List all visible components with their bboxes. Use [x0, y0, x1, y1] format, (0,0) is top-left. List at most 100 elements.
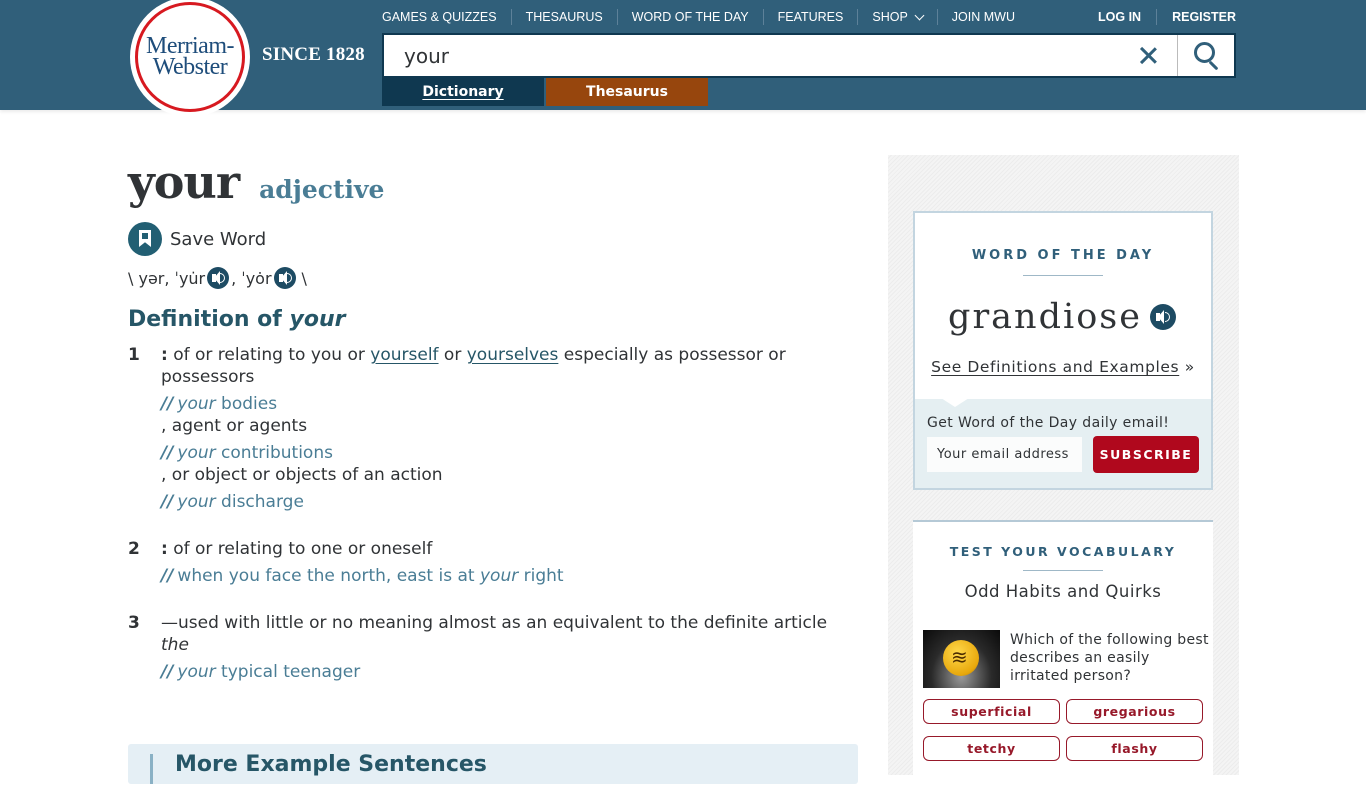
nav-thesaurus[interactable]: THESAURUS: [510, 9, 617, 25]
sense-colon: :: [161, 345, 168, 365]
entry-main: your adjective Save Word \ yər, ˈyu̇r , …: [128, 155, 858, 683]
sense-colon: :: [161, 539, 168, 559]
nav-games-quizzes[interactable]: GAMES & QUIZZES: [382, 9, 511, 25]
save-word-button[interactable]: Save Word: [128, 221, 858, 257]
nav-shop-label: SHOP: [872, 10, 908, 24]
example-text: bodies: [215, 394, 278, 414]
sub-sense: , agent or agents: [161, 416, 308, 436]
merriam-webster-logo[interactable]: Merriam- Webster: [130, 0, 250, 117]
example-em: your: [479, 566, 519, 586]
example: //your bodies: [161, 393, 858, 415]
tab-thesaurus[interactable]: Thesaurus: [546, 78, 708, 106]
def-text: —used with little or no meaning almost a…: [161, 613, 828, 633]
example-text: right: [518, 566, 564, 586]
vocab-label: TEST YOUR VOCABULARY: [949, 544, 1177, 559]
answer-button[interactable]: flashy: [1066, 736, 1203, 761]
answer-button[interactable]: tetchy: [923, 736, 1060, 761]
pron-text-close: \: [301, 268, 307, 288]
search-input[interactable]: [384, 35, 1144, 76]
test-your-vocabulary-widget: TEST YOUR VOCABULARY Odd Habits and Quir…: [913, 520, 1213, 790]
link-yourselves[interactable]: yourselves: [467, 345, 559, 365]
sense-body: —used with little or no meaning almost a…: [161, 612, 858, 683]
quiz-answers: superficial gregarious tetchy flashy: [923, 699, 1203, 761]
example-em: your: [177, 492, 216, 512]
site-header: Merriam- Webster SINCE 1828 GAMES & QUIZ…: [0, 0, 1366, 117]
sense-definition: : of or relating to you or yourself or y…: [161, 344, 858, 388]
more-examples-title: More Example Sentences: [175, 752, 487, 777]
quiz-image: [923, 630, 1000, 688]
top-nav: GAMES & QUIZZES THESAURUS WORD OF THE DA…: [382, 9, 1029, 25]
tab-thesaurus-label: Thesaurus: [586, 84, 668, 100]
sense-number: 3: [128, 613, 140, 633]
bookmark-icon: [128, 222, 162, 256]
search-icon-handle: [1208, 60, 1219, 71]
email-input[interactable]: [927, 437, 1082, 472]
nav-shop[interactable]: SHOP: [857, 9, 936, 25]
audio-icon[interactable]: [273, 267, 296, 289]
search-button[interactable]: [1177, 35, 1234, 76]
nav-join-mwu[interactable]: JOIN MWU: [936, 9, 1029, 25]
nav-word-of-the-day[interactable]: WORD OF THE DAY: [616, 9, 763, 25]
logo-line-2: Webster: [152, 54, 228, 80]
chevron-down-icon: [914, 10, 925, 20]
since-1828: SINCE 1828: [262, 44, 365, 65]
sidebar: WORD OF THE DAY grandiose See Definition…: [888, 155, 1239, 790]
example-slashes: //: [161, 662, 174, 682]
example-em: your: [177, 394, 216, 414]
sense-body: : of or relating to one or oneself //whe…: [161, 538, 858, 587]
sense-2: 2 : of or relating to one or oneself //w…: [128, 538, 858, 587]
divider: [1023, 570, 1103, 571]
login-link[interactable]: LOG IN: [1083, 9, 1156, 25]
wod-see-definitions[interactable]: See Definitions and Examples »: [915, 358, 1211, 376]
example-text: typical teenager: [215, 662, 361, 682]
sense-3: 3 —used with little or no meaning almost…: [128, 612, 858, 683]
example: //your typical teenager: [161, 661, 858, 683]
email-label: Get Word of the Day daily email!: [927, 415, 1170, 431]
def-text: of or relating to you or: [167, 345, 371, 365]
register-link[interactable]: REGISTER: [1156, 9, 1236, 25]
example: //your contributions: [161, 442, 858, 464]
wod-link-suffix: »: [1179, 358, 1195, 376]
wod-word-text[interactable]: grandiose: [948, 297, 1142, 337]
sense-definition: —used with little or no meaning almost a…: [161, 612, 858, 656]
search-tabs: Dictionary Thesaurus: [382, 78, 708, 106]
example: //your discharge: [161, 491, 858, 513]
pronunciation: \ yər, ˈyu̇r , ˈyȯr \: [128, 267, 858, 289]
example-text: contributions: [215, 443, 333, 463]
definition-title-word: your: [289, 307, 346, 332]
def-text: or: [438, 345, 467, 365]
part-of-speech[interactable]: adjective: [259, 175, 384, 204]
sense-number: 2: [128, 539, 140, 559]
quiz-title[interactable]: Odd Habits and Quirks: [913, 582, 1213, 601]
link-yourself[interactable]: yourself: [370, 345, 438, 365]
def-text: of or relating to one or oneself: [167, 539, 433, 559]
audio-icon[interactable]: [1149, 304, 1176, 330]
audio-icon[interactable]: [207, 267, 230, 289]
wod-label: WORD OF THE DAY: [971, 248, 1155, 263]
answer-button[interactable]: gregarious: [1066, 699, 1203, 724]
subscribe-button[interactable]: SUBSCRIBE: [1093, 436, 1199, 473]
example-text: when you face the north, east is at: [177, 566, 480, 586]
example-em: your: [177, 443, 216, 463]
pron-text-1: \ yər, ˈyu̇r: [128, 268, 206, 288]
pron-text-2: , ˈyȯr: [231, 268, 272, 288]
headword: your: [128, 155, 240, 209]
clear-search-icon[interactable]: [1136, 43, 1161, 68]
definition-title: Definition of your: [128, 307, 858, 332]
answer-button[interactable]: superficial: [923, 699, 1060, 724]
wod-link-text[interactable]: See Definitions and Examples: [931, 358, 1179, 376]
more-example-sentences[interactable]: More Example Sentences: [128, 744, 858, 784]
sense-1: 1 : of or relating to you or yourself or…: [128, 344, 858, 513]
sense-number: 1: [128, 345, 140, 365]
example-slashes: //: [161, 443, 174, 463]
irritated-face-icon: [943, 640, 979, 676]
tab-dictionary[interactable]: Dictionary: [382, 78, 544, 106]
sub-sense: , or object or objects of an action: [161, 465, 443, 485]
sense-body: : of or relating to you or yourself or y…: [161, 344, 858, 513]
example-em: your: [177, 662, 216, 682]
nav-features[interactable]: FEATURES: [762, 9, 858, 25]
tab-dictionary-label: Dictionary: [422, 84, 504, 100]
quiz-question: Which of the following best describes an…: [1010, 632, 1209, 684]
def-em: the: [161, 635, 189, 655]
example-slashes: //: [161, 492, 174, 512]
